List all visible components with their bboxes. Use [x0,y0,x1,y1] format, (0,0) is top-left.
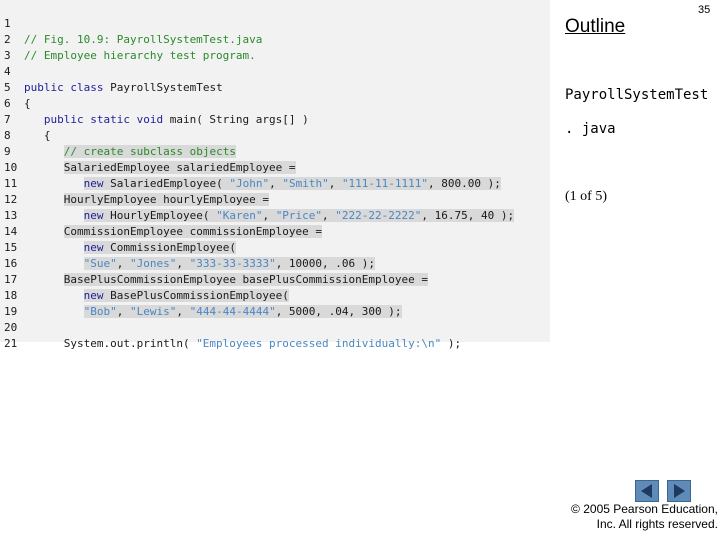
next-slide-button[interactable] [667,480,691,502]
code-line-5: 5 { [0,64,550,110]
code-line-20: 20 System.out.println( "Employees proces… [0,304,550,350]
code-line-19: 19 [0,288,550,318]
code-line-9: 9 SalariedEmployee salariedEmployee = [0,128,550,174]
code-line-2: 2 // Employee hierarchy test program. [0,16,550,62]
code-line-14: 14 new CommissionEmployee( [0,208,550,254]
outline-heading: Outline [565,16,626,37]
code-line-3: 3 [0,32,550,62]
code-fragment: ); [441,337,462,350]
line-number: 21 [4,337,18,350]
code-line-15: 15 "Sue", "Jones", "333-33-3333", 10000,… [0,224,550,270]
string-literal: "Employees processed individually:\n" [196,337,442,350]
right-arrow-icon [674,484,685,498]
code-listing: 1 // Fig. 10.9: PayrollSystemTest.java 2… [0,0,550,350]
code-line-10: 10 new SalariedEmployee( "John", "Smith"… [0,144,550,190]
file-title: PayrollSystemTest [565,87,709,103]
code-line-12: 12 new HourlyEmployee( "Karen", "Price",… [0,176,550,222]
code-line-1: 1 // Fig. 10.9: PayrollSystemTest.java [0,0,550,46]
file-extension: . java [565,121,616,137]
code-line-11: 11 HourlyEmployee hourlyEmployee = [0,160,550,206]
code-line-21: 21 [0,320,550,350]
code-line-18: 18 "Bob", "Lewis", "444-44-4444", 5000, … [0,272,550,318]
copyright-line-1: © 2005 Pearson Education, [571,502,718,516]
page-indicator: (1 of 5) [565,189,607,204]
previous-slide-button[interactable] [635,480,659,502]
code-line-13: 13 CommissionEmployee commissionEmployee… [0,192,550,238]
code-line-4: 4 public class PayrollSystemTest [0,48,550,94]
code-line-17: 17 new BasePlusCommissionEmployee( [0,256,550,302]
code-line-8: 8 // create subclass objects [0,112,550,158]
slide-number: 35 [698,4,711,16]
code-line-16: 16 BasePlusCommissionEmployee basePlusCo… [0,240,550,286]
code-line-6: 6 public static void main( String args[]… [0,80,550,126]
left-arrow-icon [641,484,652,498]
code-line-7: 7 { [0,96,550,142]
copyright-notice: © 2005 Pearson Education, Inc. All right… [562,502,718,532]
code-text: System.out.println( "Employees processed… [24,336,461,352]
code-fragment: System.out.println( [24,337,197,350]
copyright-line-2: Inc. All rights reserved. [596,517,718,531]
